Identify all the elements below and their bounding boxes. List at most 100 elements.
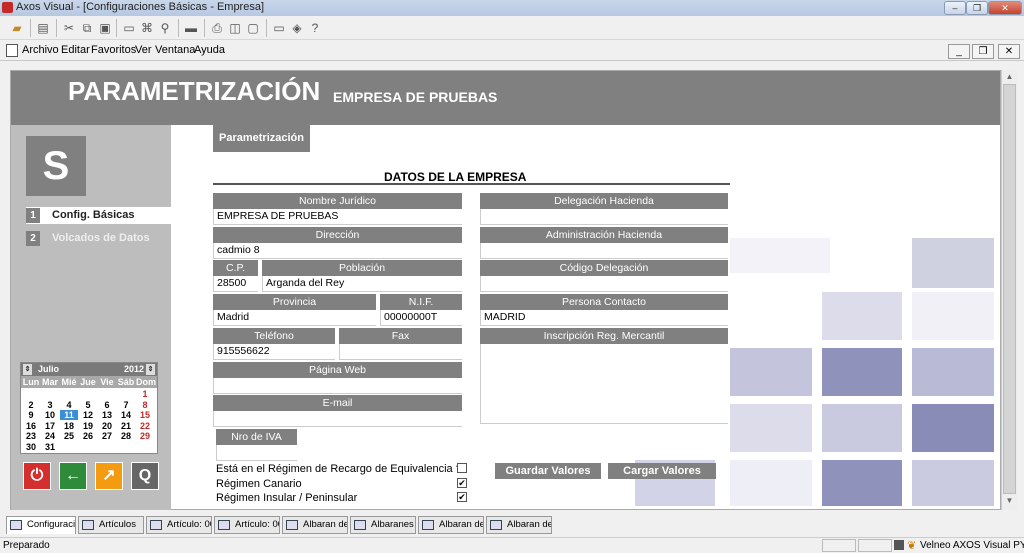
sidebar-item-config-basicas[interactable]: 1 Config. Básicas [26, 207, 171, 224]
cut-icon[interactable]: ✂ [60, 19, 78, 37]
direccion-field[interactable]: cadmio 8 [213, 243, 462, 259]
inscripcion-field[interactable] [480, 344, 728, 424]
load-values-button[interactable]: Cargar Valores [608, 463, 716, 479]
recargo-equivalencia-checkbox[interactable] [457, 463, 467, 473]
calendar-day[interactable]: 12 [79, 410, 97, 420]
screen-icon[interactable]: ▭ [270, 19, 288, 37]
minimize-icon[interactable]: – [944, 1, 966, 15]
calendar-day[interactable]: 31 [41, 442, 59, 452]
print-preview-icon[interactable]: ◫ [226, 19, 244, 37]
email-field[interactable] [213, 411, 462, 427]
copy-icon[interactable]: ⧉ [78, 19, 96, 37]
calendar-day[interactable]: 9 [22, 410, 40, 420]
calendar-day[interactable]: 21 [117, 421, 135, 431]
month-spinner-icon[interactable]: ⇕ [23, 364, 32, 375]
pagina-web-field[interactable] [213, 378, 462, 394]
sidebar-item-volcados[interactable]: 2 Volcados de Datos [26, 230, 171, 247]
nombre-juridico-field[interactable]: EMPRESA DE PRUEBAS [213, 209, 462, 225]
page-setup-icon[interactable]: ▢ [244, 19, 262, 37]
regimen-insular-checkbox[interactable]: ✔ [457, 492, 467, 502]
menu-editar[interactable]: Editar [61, 44, 90, 56]
menu-ventana[interactable]: Ventana [155, 44, 195, 56]
fax-field[interactable] [339, 344, 462, 360]
query-icon[interactable]: Q [131, 462, 159, 490]
telefono-field[interactable]: 915556622 [213, 344, 335, 360]
calendar-day[interactable]: 30 [22, 442, 40, 452]
calendar-day[interactable]: 29 [136, 431, 154, 441]
user-exit-icon[interactable]: ↗ [95, 462, 123, 490]
tab-parametrizacion[interactable]: Parametrización [213, 125, 310, 152]
calendar-day[interactable]: 4 [60, 400, 78, 410]
print-icon[interactable]: ⎙ [208, 19, 226, 37]
mdi-close-icon[interactable]: ✕ [998, 44, 1020, 59]
menu-archivo[interactable]: Archivo [22, 44, 59, 56]
restore-icon[interactable]: ❐ [966, 1, 988, 15]
help-icon[interactable]: ? [306, 19, 324, 37]
calendar-day[interactable]: 7 [117, 400, 135, 410]
mdi-minimize-icon[interactable]: _ [948, 44, 970, 59]
regimen-canario-checkbox[interactable]: ✔ [457, 478, 467, 488]
calendar-day[interactable]: 20 [98, 421, 116, 431]
calendar-day[interactable]: 18 [60, 421, 78, 431]
provincia-field[interactable]: Madrid [213, 310, 376, 326]
cp-field[interactable]: 28500 [213, 276, 258, 292]
tray-icon[interactable]: ▬ [182, 19, 200, 37]
vertical-scrollbar[interactable]: ▲ ▼ [1001, 70, 1017, 510]
calendar-day[interactable]: 5 [79, 400, 97, 410]
year-spinner-icon[interactable]: ⇕ [146, 364, 155, 375]
calendar-day[interactable]: 1 [136, 389, 154, 399]
task-tab[interactable]: Artículo: 00... [214, 516, 280, 534]
task-tab[interactable]: Albaran de ... [486, 516, 552, 534]
menu-ayuda[interactable]: Ayuda [194, 44, 225, 56]
poblacion-field[interactable]: Arganda del Rey [262, 276, 462, 292]
binoculars-icon[interactable]: ⌘ [138, 19, 156, 37]
calendar-day[interactable]: 22 [136, 421, 154, 431]
scroll-thumb[interactable] [1003, 84, 1016, 494]
task-tab[interactable]: Albaran de ... [282, 516, 348, 534]
administracion-hacienda-field[interactable] [480, 243, 728, 259]
calendar-day[interactable]: 27 [98, 431, 116, 441]
calendar-day[interactable]: 14 [117, 410, 135, 420]
menu-ver[interactable]: Ver [135, 44, 152, 56]
task-tab[interactable]: Albaranes d... [350, 516, 416, 534]
scroll-up-icon[interactable]: ▲ [1004, 72, 1015, 83]
calendar-day[interactable]: 10 [41, 410, 59, 420]
calendar-day[interactable]: 23 [22, 431, 40, 441]
task-tab[interactable]: Albaran de ... [418, 516, 484, 534]
paste-icon[interactable]: ▣ [96, 19, 114, 37]
back-arrow-icon[interactable]: ← [59, 462, 87, 490]
persona-contacto-field[interactable]: MADRID [480, 310, 728, 326]
calendar-day[interactable]: 13 [98, 410, 116, 420]
window-icon[interactable]: ▭ [120, 19, 138, 37]
mdi-restore-icon[interactable]: ❐ [972, 44, 994, 59]
calendar-day[interactable]: 26 [79, 431, 97, 441]
save-values-button[interactable]: Guardar Valores [495, 463, 601, 479]
task-tab[interactable]: Configuracio... [6, 516, 76, 534]
properties-icon[interactable]: ▤ [34, 19, 52, 37]
delegacion-hacienda-field[interactable] [480, 209, 728, 225]
nro-iva-field[interactable] [216, 445, 297, 461]
calendar-day[interactable]: 2 [22, 400, 40, 410]
calendar-day[interactable]: 6 [98, 400, 116, 410]
menu-favoritos[interactable]: Favoritos [91, 44, 136, 56]
calendar-day[interactable]: 8 [136, 400, 154, 410]
calendar-day[interactable]: 25 [60, 431, 78, 441]
task-tab[interactable]: Artículo: 00... [146, 516, 212, 534]
calendar-day[interactable]: 16 [22, 421, 40, 431]
calendar-day[interactable]: 11 [60, 410, 78, 420]
tag-icon[interactable]: ◈ [288, 19, 306, 37]
search-icon[interactable]: ⚲ [156, 19, 174, 37]
task-tab[interactable]: Artículos [78, 516, 144, 534]
calendar-day[interactable]: 3 [41, 400, 59, 410]
document-icon[interactable] [6, 44, 18, 57]
close-icon[interactable]: ✕ [988, 1, 1022, 15]
codigo-delegacion-field[interactable] [480, 276, 728, 292]
calendar-day[interactable]: 15 [136, 410, 154, 420]
open-folder-icon[interactable]: ▰ [8, 19, 26, 37]
scroll-down-icon[interactable]: ▼ [1004, 496, 1015, 507]
calendar-day[interactable]: 24 [41, 431, 59, 441]
calendar-day[interactable]: 19 [79, 421, 97, 431]
power-icon[interactable]: ⏻ [23, 462, 51, 490]
calendar-day[interactable]: 17 [41, 421, 59, 431]
calendar-day[interactable]: 28 [117, 431, 135, 441]
